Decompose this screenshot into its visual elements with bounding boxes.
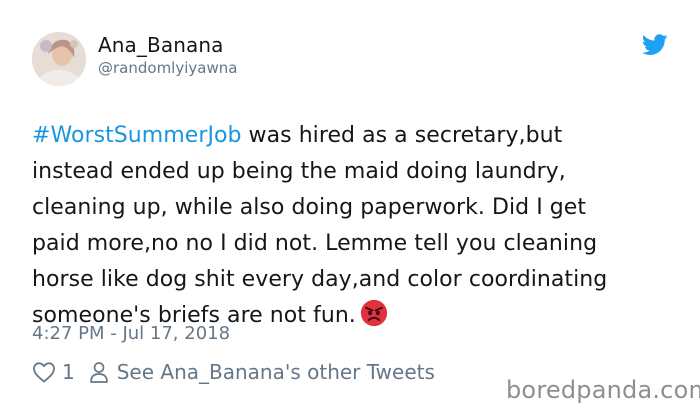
user-handle[interactable]: @randomlyiyawna — [98, 59, 237, 77]
twitter-bird-icon[interactable] — [642, 34, 668, 56]
avatar[interactable] — [32, 32, 86, 86]
hashtag-link[interactable]: #WorstSummerJob — [32, 123, 242, 148]
tweet-card: Ana_Banana @randomlyiyawna #WorstSummerJ… — [0, 0, 700, 415]
watermark: boredpanda.com — [506, 376, 700, 404]
angry-face-icon — [360, 299, 387, 327]
heart-icon[interactable] — [32, 361, 56, 383]
tweet-line: horse like dog shit every day,and color … — [32, 267, 608, 292]
like-count: 1 — [62, 360, 75, 384]
tweet-line: #WorstSummerJob was hired as a secretary… — [32, 118, 682, 154]
other-tweets-link[interactable]: See Ana_Banana's other Tweets — [117, 360, 435, 384]
tweet-line: paid more,no no I did not. Lemme tell yo… — [32, 231, 598, 256]
tweet-text: #WorstSummerJob was hired as a secretary… — [32, 118, 682, 334]
tweet-actions: 1 See Ana_Banana's other Tweets — [32, 357, 435, 387]
tweet-timestamp[interactable]: 4:27 PM - Jul 17, 2018 — [32, 323, 230, 344]
tweet-line: cleaning up, while also doing paperwork.… — [32, 195, 587, 220]
avatar-image — [32, 32, 86, 86]
person-icon — [89, 362, 108, 383]
display-name[interactable]: Ana_Banana — [98, 33, 223, 57]
tweet-line: instead ended up being the maid doing la… — [32, 159, 566, 184]
tweet-line-text: was hired as a secretary,but — [241, 123, 563, 148]
